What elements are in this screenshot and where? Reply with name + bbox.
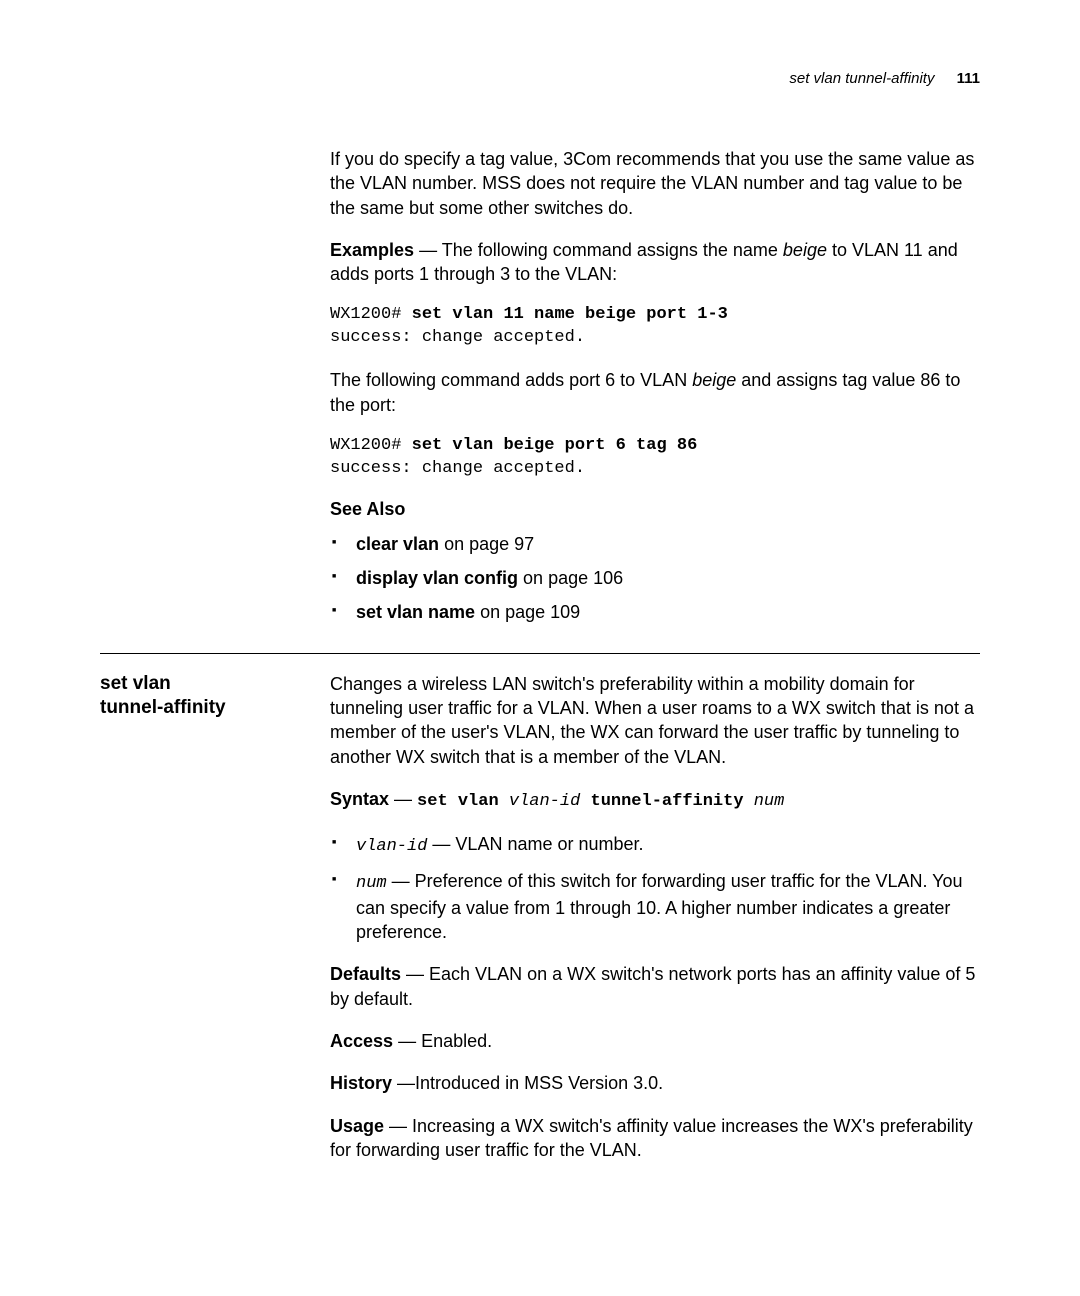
command-description: Changes a wireless LAN switch's preferab…	[330, 672, 980, 769]
params-list: vlan-id — VLAN name or number. num — Pre…	[330, 832, 980, 944]
defaults-label: Defaults	[330, 964, 401, 984]
page-header: set vlan tunnel-affinity 111	[100, 70, 980, 87]
see-also-cmd: display vlan config	[356, 568, 518, 588]
param-name: vlan-id	[356, 837, 427, 856]
usage-line: Usage — Increasing a WX switch's affinit…	[330, 1114, 980, 1163]
history-label: History	[330, 1073, 392, 1093]
usage-label: Usage	[330, 1116, 384, 1136]
param-name: num	[356, 874, 387, 893]
examples-label: Examples	[330, 240, 414, 260]
examples-intro: Examples — The following command assigns…	[330, 238, 980, 287]
section-divider	[100, 653, 980, 654]
see-also-item: display vlan config on page 106	[330, 566, 980, 590]
see-also-item: set vlan name on page 109	[330, 600, 980, 624]
defaults-line: Defaults — Each VLAN on a WX switch's ne…	[330, 962, 980, 1011]
intro-paragraph: If you do specify a tag value, 3Com reco…	[330, 147, 980, 220]
access-line: Access — Enabled.	[330, 1029, 980, 1053]
param-item: num — Preference of this switch for forw…	[330, 869, 980, 945]
example-2-intro: The following command adds port 6 to VLA…	[330, 368, 980, 417]
access-label: Access	[330, 1031, 393, 1051]
command-name-sidebar: set vlan tunnel-affinity	[100, 672, 330, 721]
code-example-1: WX1200# set vlan 11 name beige port 1-3 …	[330, 304, 980, 350]
syntax-label: Syntax	[330, 789, 389, 809]
see-also-heading: See Also	[330, 499, 980, 520]
see-also-cmd: set vlan name	[356, 602, 475, 622]
history-line: History —Introduced in MSS Version 3.0.	[330, 1071, 980, 1095]
see-also-cmd: clear vlan	[356, 534, 439, 554]
header-title: set vlan tunnel-affinity	[789, 70, 934, 87]
see-also-item: clear vlan on page 97	[330, 532, 980, 556]
header-page-number: 111	[957, 70, 980, 87]
vlan-name-beige: beige	[783, 240, 827, 260]
see-also-list: clear vlan on page 97 display vlan confi…	[330, 532, 980, 625]
code-example-2: WX1200# set vlan beige port 6 tag 86 suc…	[330, 435, 980, 481]
param-item: vlan-id — VLAN name or number.	[330, 832, 980, 859]
syntax-line: Syntax — set vlan vlan-id tunnel-affinit…	[330, 787, 980, 814]
